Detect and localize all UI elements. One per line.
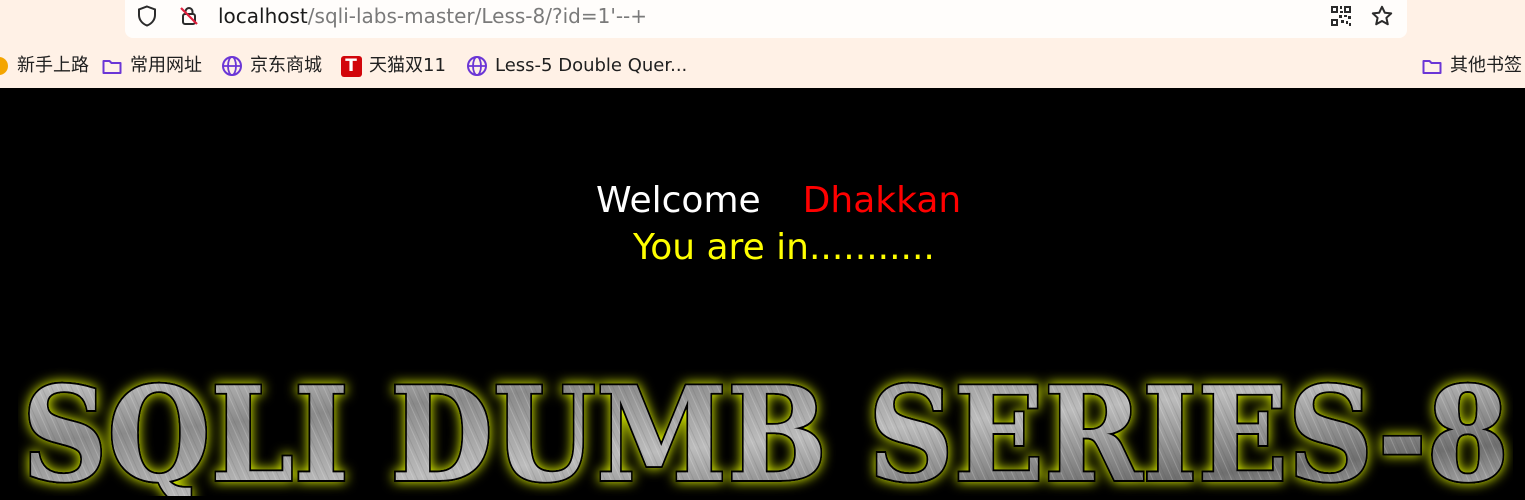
- bookmark-label: 常用网址: [130, 55, 202, 76]
- url-text[interactable]: localhost/sqli-labs-master/Less-8/?id=1'…: [218, 1, 647, 31]
- browser-chrome: localhost/sqli-labs-master/Less-8/?id=1'…: [0, 0, 1525, 88]
- url-host: localhost: [218, 4, 308, 28]
- welcome-line: Welcome Dhakkan: [596, 179, 961, 223]
- lock-warning-icon[interactable]: [177, 4, 201, 28]
- bookmark-label: 天猫双11: [369, 55, 446, 76]
- user-name: Dhakkan: [802, 180, 962, 221]
- sqli-lab-page: Welcome Dhakkan You are in........... SQ…: [0, 88, 1525, 500]
- bookmark-tmall-double-11[interactable]: T 天猫双11: [340, 53, 446, 79]
- bookmark-less-5[interactable]: Less-5 Double Quer...: [466, 53, 687, 79]
- sqli-series-banner: SQLI DUMB SERIES-8 SQLI DUMB SERIES-8: [18, 366, 1513, 496]
- bookmark-new-user-guide[interactable]: 新手上路: [0, 53, 89, 79]
- bookmark-label: 新手上路: [17, 55, 89, 76]
- shield-icon[interactable]: [135, 4, 159, 28]
- bookmark-other-bookmarks[interactable]: 其他书签: [1421, 53, 1522, 79]
- address-bar[interactable]: localhost/sqli-labs-master/Less-8/?id=1'…: [125, 0, 1407, 38]
- status-message: You are in...........: [633, 227, 935, 268]
- folder-icon: [1421, 55, 1443, 77]
- banner-title-texture: SQLI DUMB SERIES-8: [22, 366, 1509, 496]
- bookmark-star-icon[interactable]: [1370, 4, 1394, 28]
- url-path: /sqli-labs-master/Less-8/?id=1'--+: [307, 4, 648, 28]
- tmall-icon: T: [340, 55, 362, 77]
- qr-code-icon[interactable]: [1329, 4, 1353, 28]
- tmall-badge: T: [340, 55, 362, 77]
- banner-title-graphic: SQLI DUMB SERIES-8 SQLI DUMB SERIES-8: [20, 366, 1511, 496]
- folder-icon: [101, 55, 123, 77]
- welcome-text: Welcome: [596, 180, 761, 221]
- globe-icon: [221, 55, 243, 77]
- bookmark-label: 京东商城: [250, 55, 322, 76]
- bookmark-label: 其他书签: [1450, 55, 1522, 76]
- globe-icon: [466, 55, 488, 77]
- bookmark-common-sites[interactable]: 常用网址: [101, 53, 202, 79]
- bookmarks-bar: 新手上路 常用网址 京东商城 T 天猫双11 Less-5 Double Que…: [0, 48, 1525, 84]
- orange-dot-icon: [0, 55, 10, 77]
- bookmark-jd-mall[interactable]: 京东商城: [221, 53, 322, 79]
- bookmark-label: Less-5 Double Quer...: [495, 55, 688, 76]
